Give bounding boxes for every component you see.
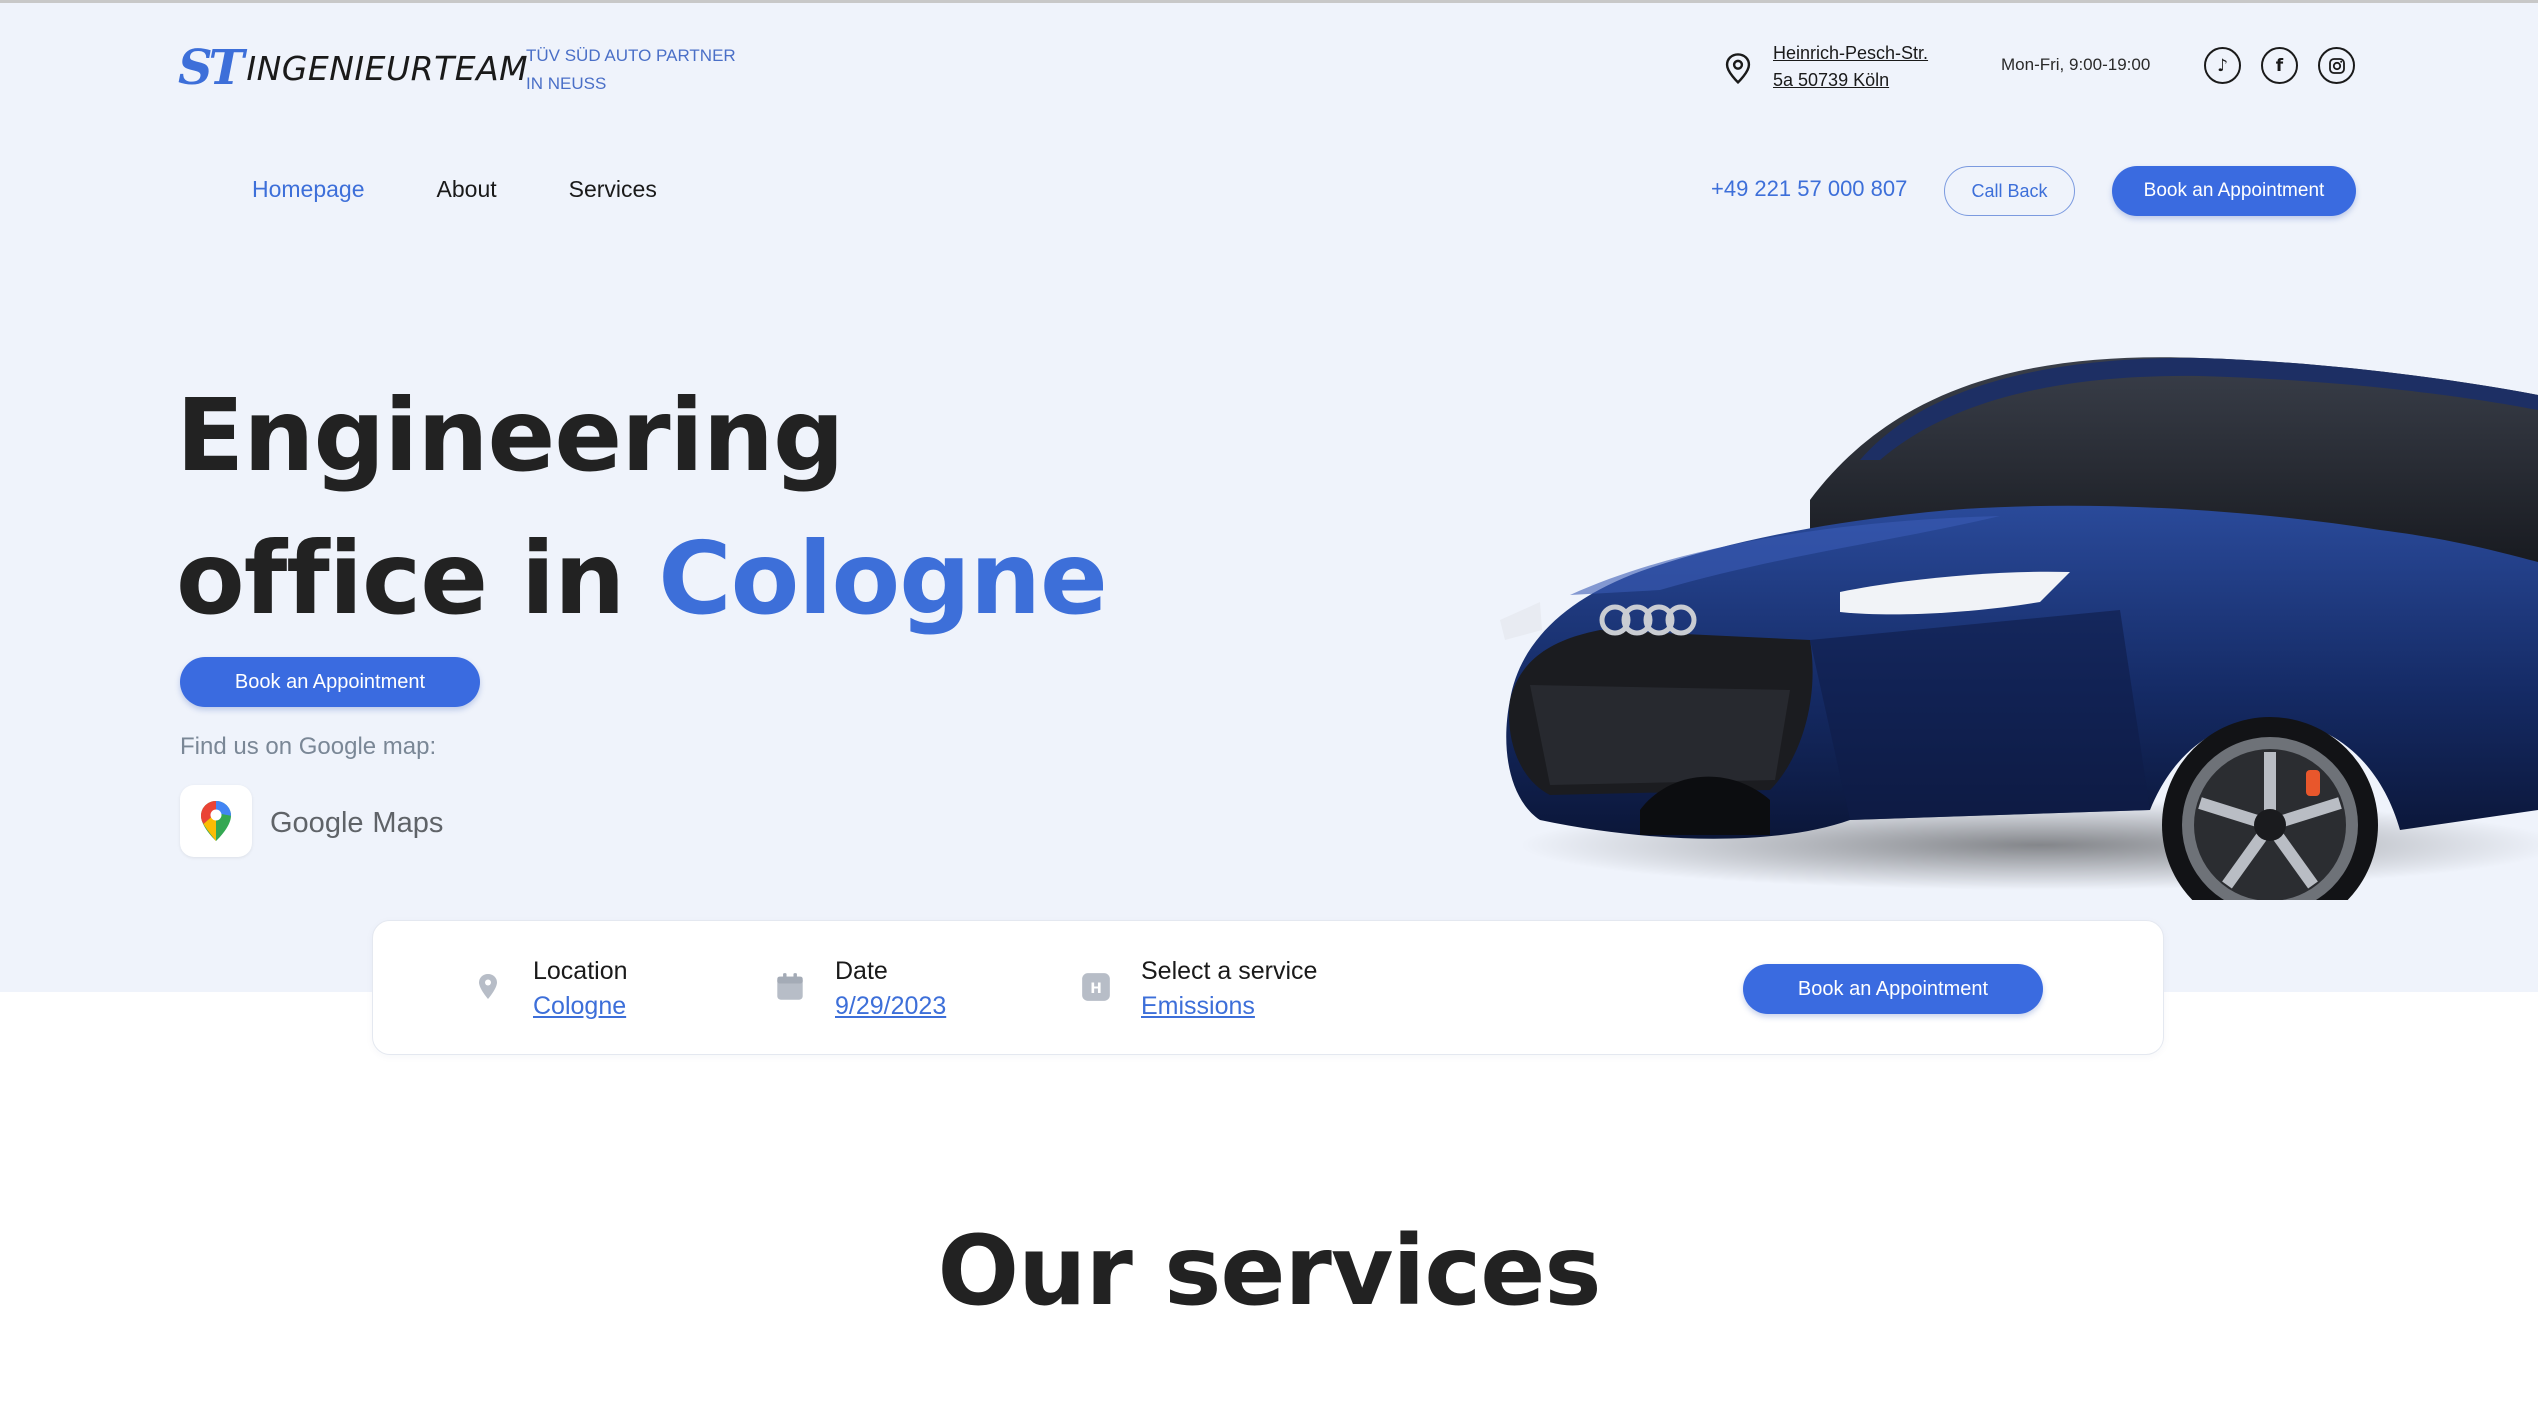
main-nav: Homepage About Services (252, 176, 657, 203)
google-maps-label: Google Maps (270, 803, 443, 840)
booking-bar: Location Cologne Date 9/29/2023 H Select… (372, 920, 2164, 1055)
car-image (1500, 357, 2538, 900)
partner-tagline: TÜV SÜD AUTO PARTNER IN NEUSS (526, 42, 736, 98)
hero-title-prefix: office in (176, 520, 659, 637)
location-label: Location (533, 957, 628, 985)
find-us-label: Find us on Google map: (180, 733, 437, 760)
nav-item-homepage[interactable]: Homepage (252, 176, 365, 203)
google-brand: Google (270, 806, 364, 839)
date-field[interactable]: Date 9/29/2023 (775, 955, 946, 1025)
nav-item-services[interactable]: Services (569, 176, 657, 203)
phone-link[interactable]: +49 221 57 000 807 (1711, 176, 1907, 202)
hero-title: Engineering office in Cologne (176, 364, 1108, 650)
hero-book-appointment-button[interactable]: Book an Appointment (180, 657, 480, 707)
nav-item-about[interactable]: About (437, 176, 497, 203)
service-label: Select a service (1141, 957, 1318, 985)
service-value[interactable]: Emissions (1141, 987, 1317, 1025)
site-logo[interactable]: ST INGENIEURTEAM (178, 44, 528, 92)
logo-mark: ST (178, 40, 244, 96)
svg-text:H: H (1090, 981, 1102, 997)
services-heading: Our services (937, 1215, 1602, 1327)
instagram-glyph (2328, 57, 2345, 74)
facebook-icon[interactable]: f (2261, 47, 2298, 84)
partner-line-1: TÜV SÜD AUTO PARTNER (526, 46, 736, 65)
service-field[interactable]: H Select a service Emissions (1081, 955, 1317, 1025)
date-value[interactable]: 9/29/2023 (835, 987, 946, 1025)
google-maps-link[interactable]: Google Maps (180, 785, 443, 857)
location-value[interactable]: Cologne (533, 987, 628, 1025)
hero-title-accent: Cologne (658, 520, 1108, 637)
date-label: Date (835, 957, 888, 985)
address-line-2: 5a 50739 Köln (1773, 70, 1890, 90)
hero-title-line-2: office in Cologne (176, 507, 1108, 650)
social-links: ♪ f (2204, 47, 2355, 84)
hero-title-line-1: Engineering (176, 377, 845, 494)
opening-hours: Mon-Fri, 9:00-19:00 (2001, 55, 2151, 74)
calendar-icon (777, 973, 803, 1000)
google-maps-icon (180, 785, 252, 857)
logo-text: INGENIEURTEAM (246, 48, 529, 88)
address-line-1: Heinrich-Pesch-Str. (1773, 43, 1929, 63)
booking-book-appointment-button[interactable]: Book an Appointment (1743, 964, 2043, 1014)
maps-product: Maps (372, 806, 444, 839)
partner-line-2: IN NEUSS (526, 74, 607, 93)
call-back-button[interactable]: Call Back (1944, 166, 2075, 216)
location-pin-icon (479, 974, 497, 999)
location-field[interactable]: Location Cologne (473, 955, 628, 1025)
tiktok-icon[interactable]: ♪ (2204, 47, 2241, 84)
address-link[interactable]: Heinrich-Pesch-Str. 5a 50739 Köln (1773, 40, 1928, 94)
top-border (0, 0, 2538, 3)
instagram-icon[interactable] (2318, 47, 2355, 84)
address-block: Heinrich-Pesch-Str. 5a 50739 Köln (1723, 40, 1928, 94)
header-book-appointment-button[interactable]: Book an Appointment (2112, 166, 2356, 216)
service-icon: H (1082, 973, 1110, 1001)
google-maps-pin (201, 801, 231, 841)
location-pin-icon (1725, 53, 1751, 85)
